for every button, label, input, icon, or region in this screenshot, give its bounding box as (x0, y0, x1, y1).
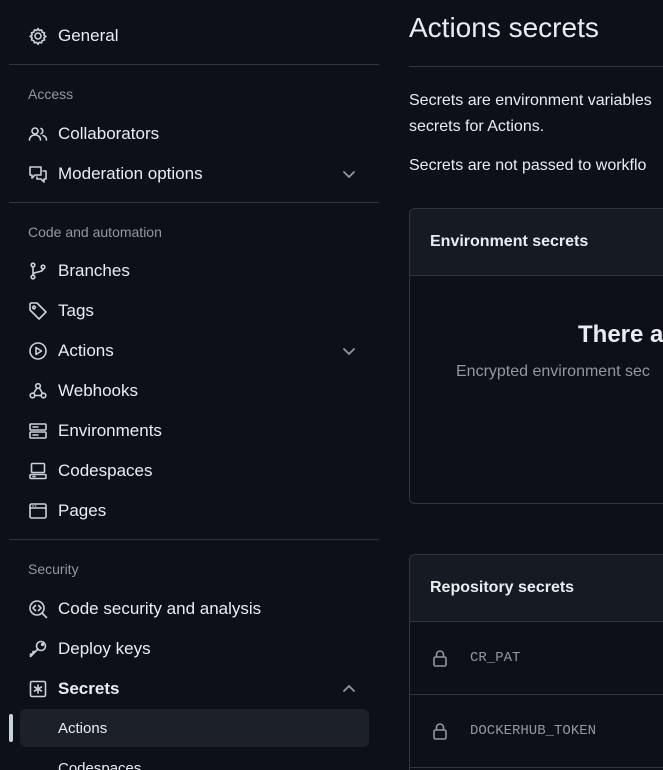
sidebar-subitem-secrets-actions[interactable]: Actions (20, 709, 369, 747)
main-content: Actions secrets Secrets are environment … (409, 0, 663, 770)
secret-row[interactable]: DOCKERHUB_TOKEN (410, 695, 663, 768)
description-line: secrets for Actions. (409, 118, 545, 135)
lock-icon (430, 721, 450, 741)
panel-header: Repository secrets (410, 555, 663, 622)
secret-row[interactable]: CR_PAT (410, 622, 663, 695)
page-title: Actions secrets (409, 12, 599, 43)
environment-secrets-panel: Environment secrets There ar Encrypted e… (409, 208, 663, 504)
sidebar-item-deploy-keys[interactable]: Deploy keys (18, 631, 370, 667)
active-indicator (9, 714, 13, 742)
empty-state-description: Encrypted environment sec (456, 363, 650, 380)
sidebar-item-label: Actions (58, 341, 114, 360)
description-line: Secrets are not passed to workflo (409, 157, 647, 174)
section-heading-code-automation: Code and automation (28, 224, 162, 240)
sidebar-item-webhooks[interactable]: Webhooks (18, 373, 370, 409)
section-heading-access: Access (28, 86, 74, 102)
secret-name: CR_PAT (470, 650, 521, 666)
gear-icon (28, 26, 48, 46)
sidebar-item-label: Moderation options (58, 164, 203, 183)
asterisk-square-icon (28, 679, 48, 699)
settings-page: General Access Collaborators Moderation … (0, 0, 663, 770)
empty-state-title: There ar (578, 321, 663, 348)
sidebar-item-collaborators[interactable]: Collaborators (18, 116, 370, 152)
repository-secrets-panel: Repository secrets CR_PAT DOCKERHUB_TOKE… (409, 554, 663, 770)
chevron-down-icon[interactable] (340, 342, 358, 360)
sidebar-item-secrets[interactable]: Secrets (18, 671, 370, 707)
sidebar-divider (9, 539, 379, 540)
sidebar-item-label: Code security and analysis (58, 599, 262, 618)
sidebar-item-label: Deploy keys (58, 639, 151, 658)
panel-header: Environment secrets (410, 209, 663, 276)
tag-icon (28, 301, 48, 321)
sidebar-item-label: General (58, 26, 119, 45)
sidebar-item-codespaces[interactable]: Codespaces (18, 453, 370, 489)
server-icon (28, 421, 48, 441)
secret-name: DOCKERHUB_TOKEN (470, 723, 597, 739)
chevron-up-icon[interactable] (340, 680, 358, 698)
sidebar-item-environments[interactable]: Environments (18, 413, 370, 449)
codescan-icon (28, 599, 48, 619)
git-branch-icon (28, 261, 48, 281)
sidebar-item-moderation-options[interactable]: Moderation options (18, 156, 370, 192)
sidebar-item-label: Actions (58, 719, 108, 737)
sidebar-item-label: Branches (58, 261, 130, 280)
play-icon (28, 341, 48, 361)
sidebar-item-tags[interactable]: Tags (18, 293, 370, 329)
sidebar-item-actions[interactable]: Actions (18, 333, 370, 369)
description-line: Secrets are environment variables (409, 92, 652, 109)
sidebar-item-pages[interactable]: Pages (18, 493, 370, 529)
sidebar-item-general[interactable]: General (18, 18, 370, 54)
people-icon (28, 124, 48, 144)
webhook-icon (28, 381, 48, 401)
sidebar-divider (9, 202, 379, 203)
sidebar-item-label: Collaborators (58, 124, 160, 143)
settings-sidebar: General Access Collaborators Moderation … (0, 0, 390, 770)
lock-icon (430, 648, 450, 668)
sidebar-item-label: Codespaces (58, 461, 153, 480)
title-divider (409, 66, 663, 67)
key-icon (28, 639, 48, 659)
sidebar-item-label: Webhooks (58, 381, 139, 400)
section-heading-security: Security (28, 561, 79, 577)
sidebar-divider (9, 64, 379, 65)
sidebar-item-label: Environments (58, 421, 162, 440)
codespaces-icon (28, 461, 48, 481)
sidebar-item-label: Pages (58, 501, 107, 520)
comment-discussion-icon (28, 164, 48, 184)
sidebar-item-label: Secrets (58, 679, 120, 698)
chevron-down-icon[interactable] (340, 165, 358, 183)
panel-title: Repository secrets (430, 579, 575, 596)
sidebar-item-label: Tags (58, 301, 94, 320)
sidebar-item-branches[interactable]: Branches (18, 253, 370, 289)
sidebar-subitem-secrets-codespaces[interactable]: Codespaces (20, 749, 369, 770)
browser-icon (28, 501, 48, 521)
panel-title: Environment secrets (430, 233, 589, 250)
sidebar-item-code-security[interactable]: Code security and analysis (18, 591, 370, 627)
sidebar-item-label: Codespaces (58, 759, 142, 770)
